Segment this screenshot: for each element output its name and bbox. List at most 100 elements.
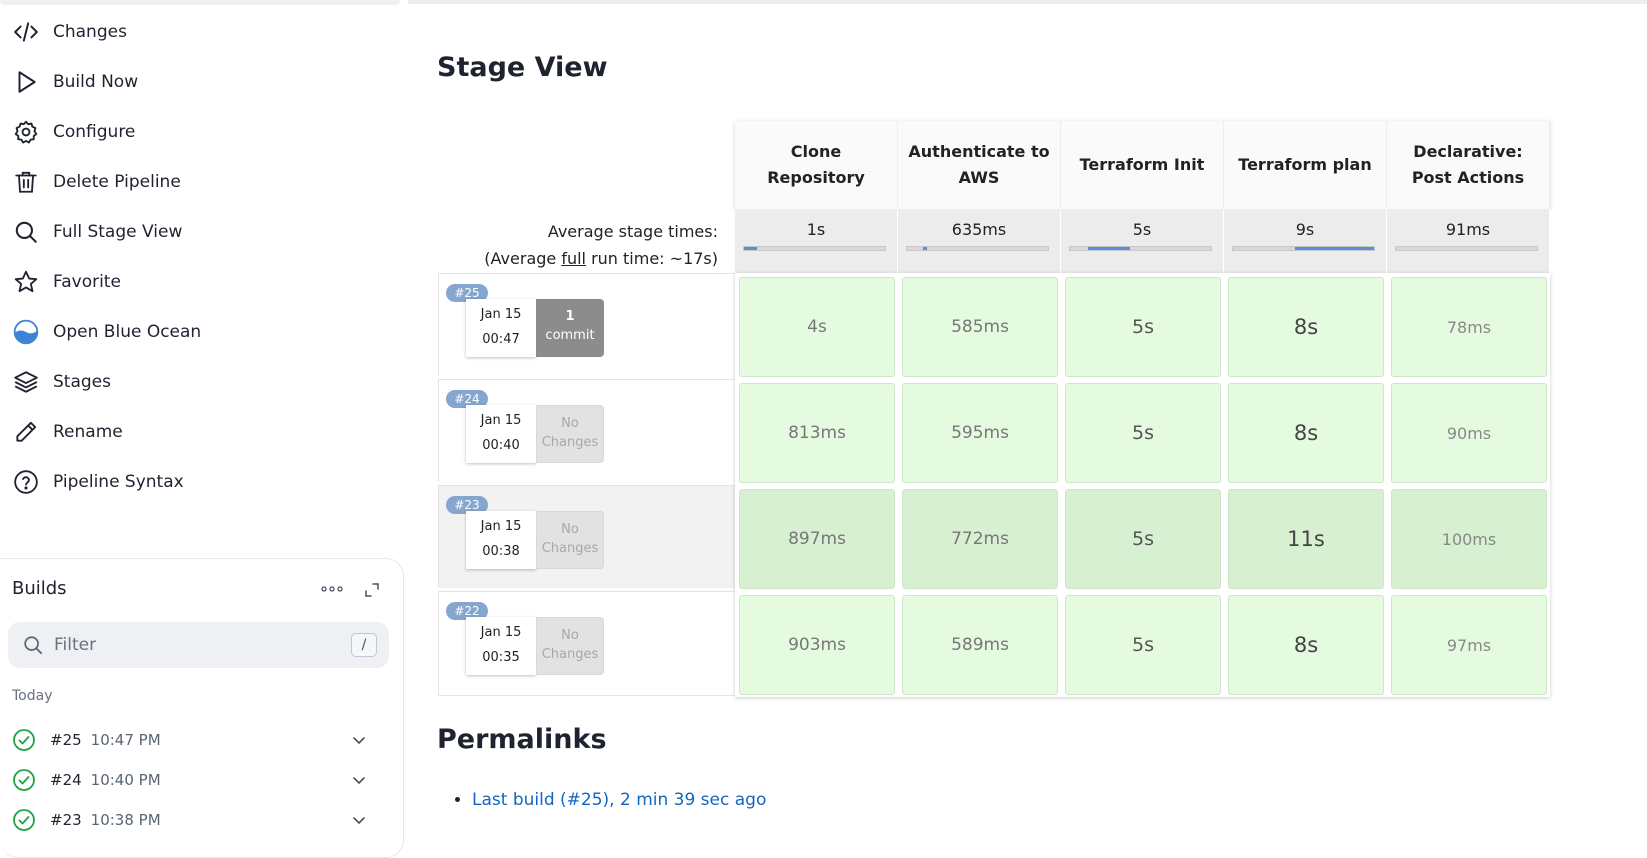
stage-cell[interactable]: 100ms: [1391, 489, 1547, 589]
sidebar-item-label: Pipeline Syntax: [53, 472, 184, 492]
average-time-cell: 9s: [1224, 209, 1387, 273]
stage-cell[interactable]: 772ms: [902, 489, 1058, 589]
star-icon: [12, 268, 40, 296]
sidebar-item-configure[interactable]: Configure: [12, 112, 392, 152]
sidebar-item-label: Changes: [53, 22, 127, 42]
build-row-24[interactable]: #24 10:40 PM: [12, 765, 387, 795]
average-time-bar: [1395, 246, 1538, 251]
permalinks-list: Last build (#25), 2 min 39 sec ago: [472, 790, 766, 816]
average-time: 9s: [1295, 220, 1315, 239]
stage-cell[interactable]: 5s: [1065, 383, 1221, 483]
stage-cell[interactable]: 78ms: [1391, 277, 1547, 377]
sidebar-item-label: Full Stage View: [53, 222, 183, 242]
success-icon: [13, 729, 35, 751]
pencil-icon: [12, 418, 40, 446]
average-time-cell: 5s: [1061, 209, 1224, 273]
more-icon[interactable]: [320, 579, 344, 599]
stage-cell[interactable]: 903ms: [739, 595, 895, 695]
sidebar-item-favorite[interactable]: Favorite: [12, 262, 392, 302]
sidebar-item-rename[interactable]: Rename: [12, 412, 392, 452]
sidebar-item-pipeline-syntax[interactable]: Pipeline Syntax: [12, 462, 392, 502]
main-top-edge: [408, 0, 1647, 4]
stage-cell[interactable]: 90ms: [1391, 383, 1547, 483]
stage-cell[interactable]: 5s: [1065, 277, 1221, 377]
stage-cell[interactable]: 5s: [1065, 489, 1221, 589]
code-icon: [12, 18, 40, 46]
layers-icon: [12, 368, 40, 396]
stage-cell[interactable]: 5s: [1065, 595, 1221, 695]
chevron-down-icon[interactable]: [351, 772, 367, 788]
average-time: 635ms: [951, 220, 1007, 239]
sidebar-item-build-now[interactable]: Build Now: [12, 62, 392, 102]
build-number: #25: [50, 731, 82, 749]
average-stage-times-text: Average stage times:: [547, 222, 718, 241]
stage-cell[interactable]: 595ms: [902, 383, 1058, 483]
trash-icon: [12, 168, 40, 196]
average-time-bar: [1232, 246, 1375, 251]
stage-cell[interactable]: 4s: [739, 277, 895, 377]
sidebar-item-label: Favorite: [53, 272, 121, 292]
sidebar-item-label: Delete Pipeline: [53, 172, 181, 192]
build-number: #23: [50, 811, 82, 829]
stage-cell[interactable]: 8s: [1228, 595, 1384, 695]
stage-cell[interactable]: 897ms: [739, 489, 895, 589]
filter-input[interactable]: [54, 635, 334, 655]
expand-icon[interactable]: [361, 579, 383, 601]
sidebar: Changes Build Now Configure Delete Pipel…: [0, 0, 405, 858]
average-time-cell: 635ms: [898, 209, 1061, 273]
stage-header: Declarative: Post Actions: [1387, 121, 1550, 209]
stage-header: Terraform plan: [1224, 121, 1387, 209]
builds-group-today: Today: [12, 688, 53, 704]
stage-header: Authenticate to AWS: [898, 121, 1061, 209]
stage-cell[interactable]: 97ms: [1391, 595, 1547, 695]
stage-cell[interactable]: 585ms: [902, 277, 1058, 377]
sidebar-item-changes[interactable]: Changes: [12, 12, 392, 52]
success-icon: [13, 769, 35, 791]
average-times-row: 1s 635ms 5s 9s 91ms: [735, 209, 1550, 273]
permalink-last-build[interactable]: Last build (#25), 2 min 39 sec ago: [472, 790, 766, 810]
stage-cell[interactable]: 11s: [1228, 489, 1384, 589]
changes-box[interactable]: No Changes: [536, 511, 604, 569]
stage-view-title: Stage View: [437, 52, 608, 83]
sidebar-item-label: Configure: [53, 122, 136, 142]
play-icon: [12, 68, 40, 96]
build-row-25[interactable]: #25 10:47 PM: [12, 725, 387, 755]
sidebar-item-open-blue-ocean[interactable]: Open Blue Ocean: [12, 312, 392, 352]
permalink-item: Last build (#25), 2 min 39 sec ago: [472, 790, 766, 810]
sidebar-item-label: Build Now: [53, 72, 139, 92]
build-time: 10:38 PM: [90, 811, 161, 829]
average-time-bar: [906, 246, 1049, 251]
permalinks-title: Permalinks: [437, 724, 607, 755]
stage-cell[interactable]: 813ms: [739, 383, 895, 483]
sidebar-item-label: Rename: [53, 422, 123, 442]
stage-cell[interactable]: 8s: [1228, 277, 1384, 377]
changes-box[interactable]: No Changes: [536, 617, 604, 675]
success-icon: [13, 809, 35, 831]
average-run-time-text: (Average full run time: ~17s): [484, 249, 718, 268]
chevron-down-icon[interactable]: [351, 732, 367, 748]
build-number: #24: [50, 771, 82, 789]
stage-header: Clone Repository: [735, 121, 898, 209]
run-date: Jan 15 00:47: [466, 299, 536, 357]
run-date: Jan 15 00:40: [466, 405, 536, 463]
stage-header: Terraform Init: [1061, 121, 1224, 209]
average-time: 1s: [806, 220, 826, 239]
average-time-cell: 1s: [735, 209, 898, 273]
sidebar-item-label: Open Blue Ocean: [53, 322, 202, 342]
search-icon: [12, 218, 40, 246]
average-time: 5s: [1132, 220, 1152, 239]
filter-shortcut-key: /: [351, 633, 377, 657]
sidebar-item-full-stage-view[interactable]: Full Stage View: [12, 212, 392, 252]
changes-box[interactable]: No Changes: [536, 405, 604, 463]
changes-box[interactable]: 1 commit: [536, 299, 604, 357]
stage-cell[interactable]: 8s: [1228, 383, 1384, 483]
sidebar-item-delete-pipeline[interactable]: Delete Pipeline: [12, 162, 392, 202]
sidebar-item-stages[interactable]: Stages: [12, 362, 392, 402]
run-date: Jan 15 00:35: [466, 617, 536, 675]
average-times-label: Average stage times: (Average full run t…: [440, 218, 718, 272]
build-time: 10:40 PM: [90, 771, 161, 789]
average-time-bar: [1069, 246, 1212, 251]
stage-cell[interactable]: 589ms: [902, 595, 1058, 695]
build-row-23[interactable]: #23 10:38 PM: [12, 805, 387, 835]
average-time-bar: [743, 246, 886, 251]
